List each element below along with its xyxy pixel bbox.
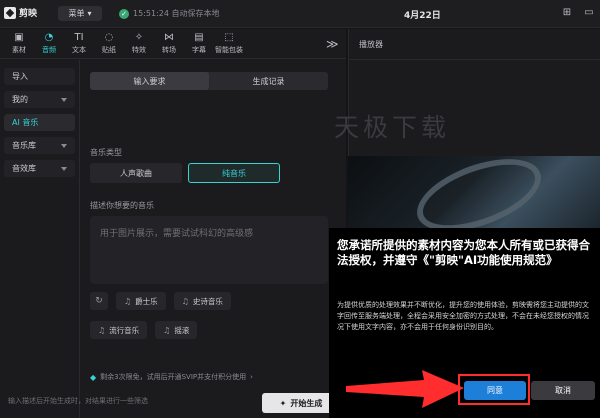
project-title: 4月22日 [404,11,441,21]
ai-music-panel: 输入要求 生成记录 音乐类型 人声歌曲 纯音乐 描述你想要的音乐 用于图片展示，… [82,60,346,418]
shortcut-icon[interactable]: ⊞ [560,6,574,20]
sidebar-item-1[interactable]: 我的 [4,91,75,108]
sidebar-item-4[interactable]: 音效库 [4,160,75,177]
chip-pop[interactable]: ♫ 流行音乐 [90,321,148,339]
headphones-icon: ♫ [181,296,189,306]
quota-text: 剩余3次限免，试用后开通SVIP并支付积分使用 [100,373,247,381]
sidebar-item-label: 导入 [12,72,28,81]
sticker-icon: ◌ [104,32,114,43]
refresh-icon[interactable]: ↻ [90,292,108,310]
main-toolbar: ▣ 素材 ◔ 音频 TI 文本 ◌ 贴纸 ✧ 特效 ⋈ 转场 ▤ 字幕 ⬚ 智能包装 ≫ [0,29,346,59]
chip-label: 流行音乐 [109,325,140,335]
sidebar-item-2[interactable]: AI 音乐 [4,114,75,131]
subtitle-icon: ▤ [194,32,204,43]
player-title: 播放器 [359,40,383,49]
audio-icon: ◔ [44,32,54,43]
player-divider [349,59,600,60]
cancel-button[interactable]: 取消 [531,381,595,400]
more-tools-icon[interactable]: ≫ [326,29,340,59]
sidebar-item-0[interactable]: 导入 [4,68,75,85]
sidebar-item-3[interactable]: 音乐库 [4,137,75,154]
text-icon: TI [74,32,84,43]
tool-text[interactable]: TI 文本 [64,29,94,59]
tool-media[interactable]: ▣ 素材 [4,29,34,59]
tool-effects[interactable]: ✧ 特效 [124,29,154,59]
sidebar-item-label: 音乐库 [12,141,36,150]
headphones-icon: ♫ [98,325,106,335]
chevron-right-icon[interactable]: › [250,373,253,381]
tool-transition[interactable]: ⋈ 转场 [154,29,184,59]
tool-label: 音频 [42,46,56,54]
vocal-song-button[interactable]: 人声歌曲 [90,163,182,183]
left-panel: ▣ 素材 ◔ 音频 TI 文本 ◌ 贴纸 ✧ 特效 ⋈ 转场 ▤ 字幕 ⬚ 智能包装 ≫ 导入我的 AI 音乐音乐… [0,29,346,418]
effects-icon: ✧ [134,32,144,43]
chip-label: 摇滚 [174,325,190,335]
tool-sticker[interactable]: ◌ 贴纸 [94,29,124,59]
top-bar: 剪映 菜单 ▾ ✓ 15:51:24 自动保存本地 4月22日 ⊞ ▭ [0,0,600,28]
quota-notice: ◆ 剩余3次限免，试用后开通SVIP并支付积分使用 › [90,372,253,382]
agree-button[interactable]: 同意 [464,381,526,400]
tool-label: 转场 [162,46,176,54]
style-chips: ↻ ♫ 爵士乐 ♫ 史诗音乐 ♫ 流行音乐 ♫ 摇滚 [90,292,340,350]
sparkle-icon: ✦ [279,398,287,408]
footer-note: 输入描述后开始生成时，对结果进行一些筛选 [8,397,148,405]
tool-subtitle[interactable]: ▤ 字幕 [184,29,214,59]
smart-pack-icon: ⬚ [224,32,234,43]
menu-button[interactable]: 菜单 ▾ [58,6,102,21]
tool-smart-pack[interactable]: ⬚ 智能包装 [214,29,244,59]
transition-icon: ⋈ [164,32,174,43]
tool-label: 贴纸 [102,46,116,54]
chip-epic[interactable]: ♫ 史诗音乐 [173,292,231,310]
chevron-down-icon: ▾ [87,9,92,18]
caret-down-icon [61,143,67,148]
tool-label: 智能包装 [215,46,243,54]
arrow-shape [346,370,464,408]
caret-down-icon [61,166,67,171]
chip-jazz[interactable]: ♫ 爵士乐 [116,292,166,310]
diamond-icon: ◆ [90,372,97,382]
chip-label: 史诗音乐 [192,296,223,306]
watermark: 天极下载 [334,113,451,142]
save-status: ✓ 15:51:24 自动保存本地 [119,8,219,19]
music-prompt-input[interactable]: 用于图片展示，需要试试科幻的高级感 [90,216,328,284]
audio-sidebar: 导入我的 AI 音乐音乐库音效库 [0,60,80,418]
instrumental-button[interactable]: 纯音乐 [188,163,280,183]
music-type-label: 音乐类型 [90,148,122,157]
tool-label: 素材 [12,46,26,54]
caret-down-icon [61,97,67,102]
tab-input-requirements[interactable]: 输入要求 [90,72,209,90]
layout-icon[interactable]: ▭ [582,6,596,20]
menu-label: 菜单 [68,9,85,18]
tab-generation-history[interactable]: 生成记录 [209,72,328,90]
sidebar-item-label: AI 音乐 [12,118,39,127]
headphones-icon: ♫ [124,296,132,306]
app-logo: 剪映 [4,6,37,19]
sidebar-item-label: 音效库 [12,164,36,173]
tool-label: 字幕 [192,46,206,54]
chip-label: 爵士乐 [135,296,158,306]
dialog-body: 为提供优质的处理效果并不断优化，提升您的使用体验，剪映需将您主动提供的文字回传至… [337,301,589,331]
logo-icon [4,6,16,19]
media-icon: ▣ [14,32,24,43]
sub-tabs: 输入要求 生成记录 [90,72,328,90]
save-status-text: 15:51:24 自动保存本地 [133,9,220,18]
describe-label: 描述你想要的音乐 [90,201,154,210]
logo-text: 剪映 [19,9,38,19]
chip-rock[interactable]: ♫ 摇滚 [155,321,198,339]
headphones-icon: ♫ [163,325,171,335]
tool-label: 文本 [72,46,86,54]
red-arrow-annotation [346,370,464,408]
tool-audio[interactable]: ◔ 音频 [34,29,64,59]
dialog-title: 您承诺所提供的素材内容为您本人所有或已获得合法授权，并遵守《"剪映"AI功能使用… [337,238,590,267]
generate-label: 开始生成 [290,398,323,408]
top-right-controls: ⊞ ▭ [560,6,596,20]
check-icon: ✓ [119,8,129,19]
sidebar-item-label: 我的 [12,95,28,104]
tool-label: 特效 [132,46,146,54]
